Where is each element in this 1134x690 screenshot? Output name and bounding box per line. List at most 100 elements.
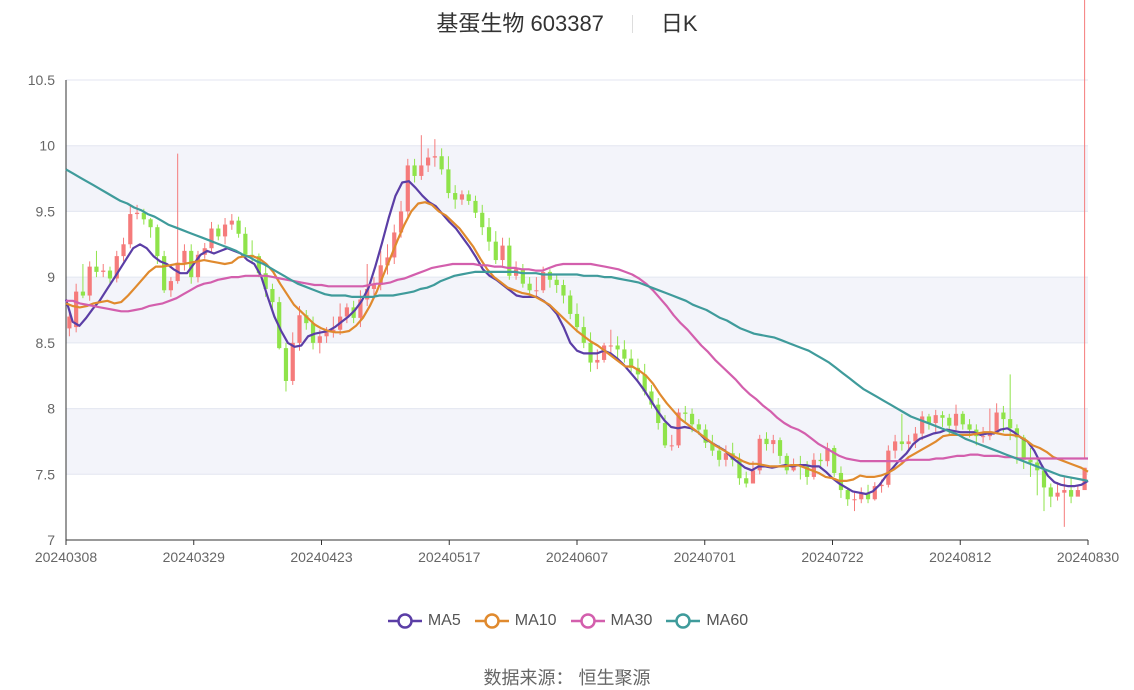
- legend-label: MA60: [706, 612, 749, 629]
- y-tick-label: 9.5: [36, 203, 56, 219]
- candle-body: [317, 336, 322, 343]
- legend-marker-icon: [570, 613, 605, 629]
- candle-body: [1068, 490, 1074, 497]
- candle-body: [886, 450, 891, 485]
- candle-body: [243, 233, 248, 255]
- legend-item-ma60[interactable]: MA60: [664, 612, 748, 630]
- candle-body: [947, 417, 952, 426]
- candle-body: [121, 244, 126, 257]
- candle-body: [744, 478, 749, 484]
- candle-body: [439, 156, 444, 170]
- candle-body: [615, 345, 620, 350]
- x-tick-label: 20240308: [35, 549, 98, 565]
- x-tick-label: 20240517: [418, 549, 481, 565]
- candle-body: [466, 194, 471, 201]
- legend-label: MA30: [610, 612, 653, 629]
- candle-body: [80, 291, 86, 296]
- candle-body: [696, 424, 701, 430]
- x-tick-label: 20240812: [929, 549, 992, 565]
- x-tick-label: 20240722: [801, 549, 864, 565]
- candle-body: [920, 416, 925, 434]
- candle-body: [906, 441, 911, 445]
- candle-body: [622, 349, 627, 359]
- candle-body: [87, 266, 92, 296]
- candle-body: [771, 440, 776, 445]
- candle-body: [283, 348, 289, 381]
- candlestick-chart: 7 7.5 8 8.5 9 9.5 10 10.5 20240308 20240329 202404…: [28, 0, 1119, 565]
- y-tick-label: 7: [47, 532, 55, 548]
- candle-body: [568, 295, 573, 314]
- candle-body: [155, 227, 160, 257]
- candle-body: [608, 345, 613, 347]
- x-tick-label: 20240329: [163, 549, 226, 565]
- candle-body: [784, 455, 789, 471]
- candle-body: [134, 212, 140, 215]
- y-tick-label: 9: [47, 269, 55, 285]
- candle-body: [128, 214, 133, 245]
- candle-body: [419, 165, 424, 176]
- legend-item-ma30[interactable]: MA30: [569, 612, 653, 630]
- candle-body: [750, 470, 756, 484]
- y-tick-label: 10.5: [28, 72, 55, 88]
- candle-body: [933, 415, 938, 424]
- candle-body: [764, 438, 769, 445]
- candle-body: [1048, 487, 1053, 497]
- grid-band: [66, 145, 1088, 212]
- candle-body: [852, 499, 857, 501]
- candle-body: [683, 412, 688, 414]
- candle-body: [1001, 412, 1006, 420]
- candle-body: [459, 194, 465, 200]
- legend-marker-icon: [666, 613, 701, 629]
- candle-body: [574, 313, 580, 328]
- candle-body: [480, 212, 485, 228]
- candle-body: [717, 450, 722, 460]
- candle-body: [980, 436, 986, 438]
- candle-body: [960, 413, 965, 425]
- x-tick-label: 20240701: [674, 549, 737, 565]
- candle-body: [811, 459, 816, 477]
- candle-body: [493, 241, 498, 261]
- candle-body: [290, 342, 295, 381]
- candle-body: [222, 224, 228, 237]
- legend-marker-icon: [387, 613, 422, 629]
- candle-body: [818, 459, 823, 462]
- candle-body: [554, 279, 559, 286]
- legend-item-ma10[interactable]: MA10: [473, 612, 557, 630]
- x-tick-label: 20240423: [290, 549, 353, 565]
- candle-body: [107, 270, 113, 279]
- candle-body: [473, 200, 478, 213]
- candle-body: [893, 441, 898, 451]
- candle-body: [1055, 492, 1060, 497]
- legend-marker-icon: [474, 613, 509, 629]
- candle-body: [967, 424, 972, 430]
- candle-body: [453, 193, 458, 200]
- y-tick-label: 10: [39, 138, 55, 154]
- candle-body: [216, 228, 221, 237]
- candle-body: [994, 412, 999, 433]
- candle-body: [209, 228, 214, 249]
- y-tick-label: 8: [47, 401, 55, 417]
- candle-body: [899, 441, 904, 445]
- candle-body: [662, 423, 668, 446]
- candle-body: [270, 288, 275, 303]
- candle-body: [534, 290, 539, 292]
- candle-body: [669, 445, 674, 447]
- candle-body: [94, 266, 99, 272]
- candle-body: [940, 415, 945, 418]
- candle-body: [1062, 490, 1067, 493]
- candle-body: [148, 219, 153, 228]
- candle-body: [547, 271, 553, 280]
- candle-body: [595, 359, 600, 363]
- candle-body: [229, 220, 234, 225]
- legend-label: MA10: [514, 612, 557, 629]
- candle-body: [1028, 459, 1033, 463]
- legend-item-ma5[interactable]: MA5: [386, 612, 461, 630]
- candle-body: [297, 315, 302, 343]
- y-tick-label: 8.5: [36, 335, 56, 351]
- candle-body: [405, 165, 410, 212]
- candle-body: [845, 490, 850, 500]
- candle-body: [446, 169, 451, 194]
- candle-body: [1075, 490, 1080, 497]
- candle-body: [236, 220, 241, 234]
- candle-body: [324, 332, 329, 337]
